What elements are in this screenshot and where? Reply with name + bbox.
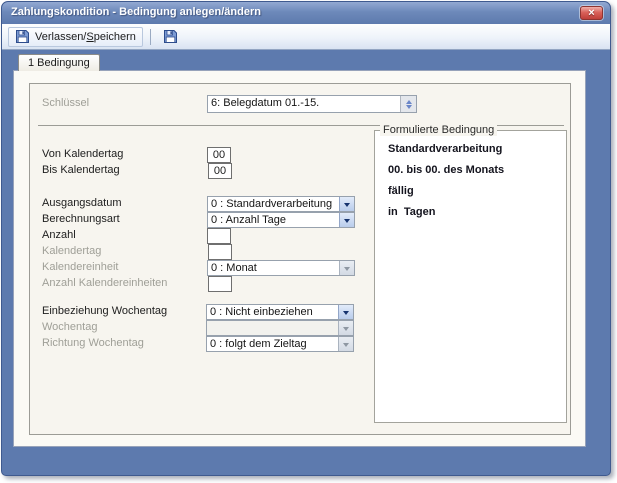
dropdown-arrow-icon[interactable]: [338, 305, 353, 319]
label-bis-kalendertag: Bis Kalendertag: [42, 164, 120, 176]
combo-einbeziehung-wochentag[interactable]: 0 : Nicht einbeziehen: [206, 304, 354, 320]
formulated-line: in Tagen: [388, 206, 436, 218]
tab-bedingung[interactable]: 1 Bedingung: [18, 54, 100, 71]
label-einbeziehung-wochentag: Einbeziehung Wochentag: [42, 305, 168, 317]
toolbar: Verlassen/Speichern: [2, 24, 610, 50]
combo-berechnungsart-value: 0 : Anzahl Tage: [211, 214, 287, 226]
dialog-window: Zahlungskondition - Bedingung anlegen/än…: [1, 1, 611, 476]
combo-ausgangsdatum[interactable]: 0 : Standardverarbeitung: [207, 196, 355, 212]
tab-page: Schlüssel 6: Belegdatum 01.-15. Von Kale…: [13, 70, 586, 447]
save-icon: [15, 29, 30, 44]
combo-ausgangsdatum-value: 0 : Standardverarbeitung: [211, 198, 333, 210]
combo-wochentag[interactable]: [206, 320, 354, 336]
label-kalendereinheit: Kalendereinheit: [42, 261, 119, 273]
input-anzahl-kalendereinheiten[interactable]: [208, 276, 232, 292]
save-icon: [163, 29, 178, 44]
label-anzahl: Anzahl: [42, 229, 76, 241]
dropdown-arrow-icon: [338, 337, 353, 351]
label-ausgangsdatum: Ausgangsdatum: [42, 197, 122, 209]
combo-schluessel[interactable]: 6: Belegdatum 01.-15.: [207, 95, 417, 113]
dropdown-arrow-icon: [339, 261, 354, 275]
exit-save-label: Verlassen/Speichern: [35, 31, 136, 43]
save-button[interactable]: [157, 27, 184, 47]
combo-einbeziehung-wochentag-value: 0 : Nicht einbeziehen: [210, 306, 313, 318]
combo-kalendereinheit[interactable]: 0 : Monat: [207, 260, 355, 276]
spinner-icon[interactable]: [400, 96, 416, 112]
window-body: 1 Bedingung Schlüssel 6: Belegdatum 01.-…: [2, 50, 610, 475]
label-schluessel: Schlüssel: [42, 97, 90, 109]
title-bar[interactable]: Zahlungskondition - Bedingung anlegen/än…: [2, 2, 610, 24]
label-berechnungsart: Berechnungsart: [42, 213, 120, 225]
form-panel: Schlüssel 6: Belegdatum 01.-15. Von Kale…: [29, 83, 571, 435]
close-button[interactable]: ×: [580, 6, 603, 20]
formulated-line: Standardverarbeitung: [388, 143, 503, 155]
exit-save-label-accel: S: [86, 30, 94, 43]
combo-richtung-wochentag[interactable]: 0 : folgt dem Zieltag: [206, 336, 354, 352]
input-bis-kalendertag[interactable]: 00: [208, 163, 232, 179]
exit-save-button[interactable]: Verlassen/Speichern: [8, 26, 143, 47]
toolbar-separator: [149, 28, 151, 45]
combo-richtung-wochentag-value: 0 : folgt dem Zieltag: [210, 338, 307, 350]
label-kalendertag: Kalendertag: [42, 245, 102, 257]
label-von-kalendertag: Von Kalendertag: [42, 148, 124, 160]
formulated-line: fällig: [388, 185, 414, 197]
formulated-line: 00. bis 00. des Monats: [388, 164, 505, 176]
input-von-kalendertag[interactable]: 00: [207, 147, 231, 163]
exit-save-label-pre: Verlassen/: [35, 30, 87, 43]
close-icon: ×: [588, 7, 595, 19]
window-title: Zahlungskondition - Bedingung anlegen/än…: [11, 6, 261, 18]
label-richtung-wochentag: Richtung Wochentag: [42, 337, 144, 349]
combo-wochentag-value: [207, 321, 338, 335]
dropdown-arrow-icon[interactable]: [339, 213, 354, 227]
label-wochentag: Wochentag: [42, 321, 98, 333]
input-anzahl[interactable]: [207, 228, 231, 244]
combo-kalendereinheit-value: 0 : Monat: [211, 262, 257, 274]
exit-save-label-post: peichern: [93, 30, 136, 43]
dropdown-arrow-icon[interactable]: [339, 197, 354, 211]
combo-berechnungsart[interactable]: 0 : Anzahl Tage: [207, 212, 355, 228]
label-anzahl-kalendereinheiten: Anzahl Kalendereinheiten: [42, 277, 168, 289]
dropdown-arrow-icon: [338, 321, 353, 335]
input-kalendertag[interactable]: [208, 244, 232, 260]
formulated-condition-group: Formulierte Bedingung Standardverarbeitu…: [374, 124, 567, 423]
combo-schluessel-value: 6: Belegdatum 01.-15.: [211, 97, 320, 109]
formulated-condition-title: Formulierte Bedingung: [380, 124, 498, 136]
